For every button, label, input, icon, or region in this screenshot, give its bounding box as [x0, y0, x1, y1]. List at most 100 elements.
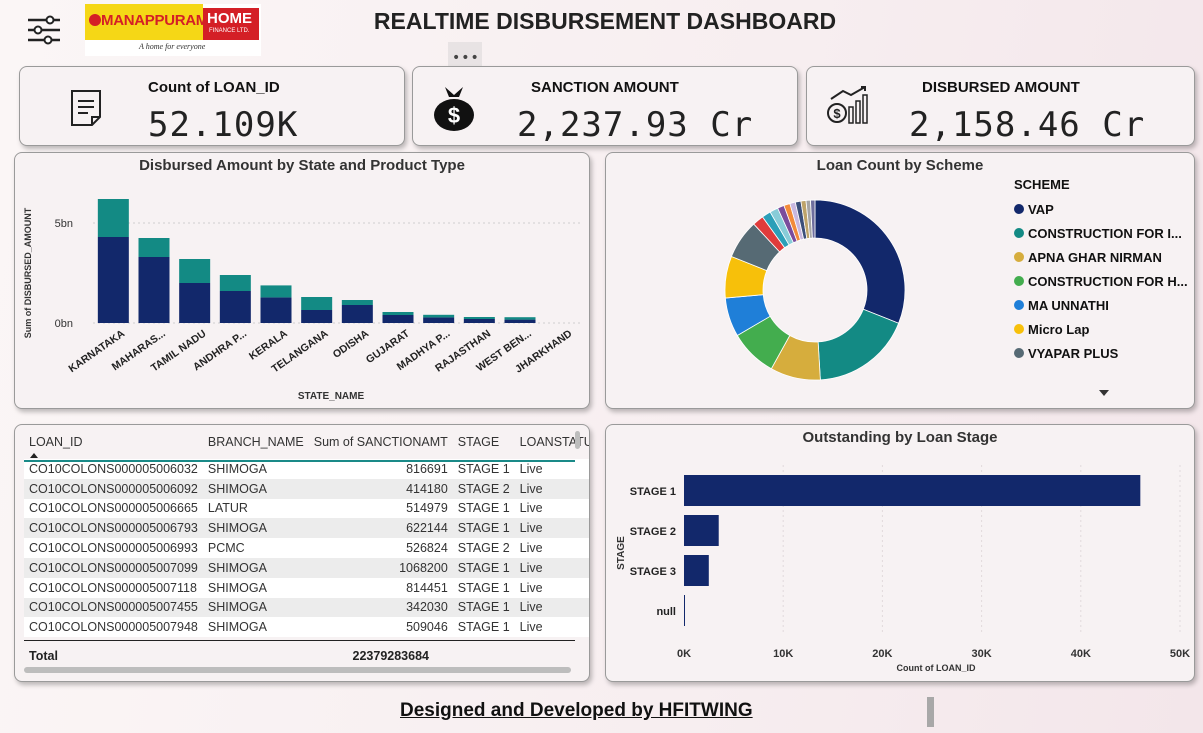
bar-segment[interactable] [341, 300, 373, 305]
bar-segment[interactable] [423, 317, 455, 323]
more-options-label: ••• [452, 50, 480, 66]
dollar-growth-icon: $ [827, 86, 868, 124]
bar[interactable] [684, 595, 685, 626]
logo-tagline: A home for everyone [139, 42, 206, 51]
column-header-sanction[interactable]: Sum of SANCTIONAMT [309, 425, 453, 459]
loan-table-card: LOAN_ID BRANCH_NAME Sum of SANCTIONAMT S… [14, 424, 590, 682]
table-cell: 414180 [308, 478, 453, 499]
legend-item[interactable]: CONSTRUCTION FOR I... [1014, 221, 1188, 245]
x-tick-label: 50K [1170, 648, 1190, 660]
table-cell: SHIMOGA [202, 617, 309, 638]
legend-label: CONSTRUCTION FOR H... [1028, 273, 1188, 289]
kpi-label: DISBURSED AMOUNT [922, 79, 1080, 96]
table-cell: SHIMOGA [202, 597, 309, 618]
donut-slice[interactable] [814, 199, 906, 324]
table-row[interactable]: CO10COLONS000005007118 SHIMOGA 814451 STAGE… [24, 577, 589, 598]
scroll-handle[interactable] [927, 697, 934, 727]
legend-label: CONSTRUCTION FOR I... [1028, 225, 1182, 241]
legend-item[interactable]: VYAPAR PLUS [1014, 341, 1188, 365]
total-divider [24, 640, 575, 641]
bar-segment[interactable] [382, 315, 414, 323]
y-tick-label: 0bn [55, 318, 73, 330]
total-label: Total [29, 649, 58, 663]
legend-item[interactable]: APNA GHAR NIRMAN [1014, 245, 1188, 269]
legend-item[interactable]: VAP [1014, 197, 1188, 221]
loan-table: LOAN_ID BRANCH_NAME Sum of SANCTIONAMT S… [24, 425, 589, 638]
stage-bar-chart[interactable]: STAGE Count of LOAN_ID 0K 10K 20K 30K 40K 50K… [606, 425, 1196, 683]
table-cell: STAGE 1 [452, 498, 515, 519]
bar-segment[interactable] [179, 283, 211, 323]
y-axis-label: STAGE [616, 536, 627, 570]
bar-segment[interactable] [504, 319, 536, 323]
table-cell: 814451 [308, 577, 453, 598]
bar-segment[interactable] [219, 275, 251, 291]
bar[interactable] [684, 515, 719, 546]
bar-segment[interactable] [301, 310, 333, 323]
state-bar-chart[interactable]: Sum of DISBURSED_AMOUNT STATE_NAME 0bn 5b… [15, 153, 591, 410]
x-axis-label: STATE_NAME [298, 391, 365, 402]
table-row[interactable]: CO10COLONS000005007455 SHIMOGA 342030 STAGE… [24, 597, 589, 618]
table-row[interactable]: CO10COLONS000005007948 SHIMOGA 509046 STAGE… [24, 617, 589, 638]
bar-segment[interactable] [504, 317, 536, 320]
bar-segment[interactable] [463, 317, 495, 319]
total-value: 22379283684 [352, 649, 429, 663]
table-cell: Live [514, 557, 589, 578]
kpi-value: 52.109K [148, 105, 299, 145]
donut-slice[interactable] [817, 308, 900, 381]
column-header-stage[interactable]: STAGE [453, 425, 515, 459]
horizontal-scrollbar[interactable] [24, 667, 571, 673]
y-tick-label: 5bn [55, 218, 73, 230]
bar-segment[interactable] [138, 257, 170, 323]
bar-segment[interactable] [341, 305, 373, 323]
bar-segment[interactable] [97, 199, 129, 237]
bar-segment[interactable] [301, 297, 333, 310]
scheme-legend: SCHEME VAP CONSTRUCTION FOR I... APNA GHAR… [1014, 177, 1188, 365]
bar-segment[interactable] [179, 259, 211, 283]
bar-segment[interactable] [260, 297, 292, 323]
x-tick-label: 40K [1071, 648, 1091, 660]
legend-dot [1014, 276, 1024, 286]
logo-sub: FINANCE LTD. [209, 28, 250, 34]
legend-label: APNA GHAR NIRMAN [1028, 249, 1162, 265]
table-cell: STAGE 2 [452, 538, 515, 558]
sort-ascending-icon [30, 453, 38, 458]
legend-dot [1014, 324, 1024, 334]
legend-item[interactable]: Micro Lap [1014, 317, 1188, 341]
table-cell: Live [514, 518, 589, 539]
vertical-scrollbar[interactable] [575, 431, 580, 449]
legend-label: Micro Lap [1028, 321, 1090, 337]
table-cell: PCMC [202, 538, 309, 558]
x-tick-label: 30K [972, 648, 992, 660]
kpi-value: 2,237.93 Cr [517, 105, 754, 145]
x-tick-label: 20K [872, 648, 892, 660]
y-tick-label: STAGE 3 [630, 566, 676, 578]
scheme-donut-chart[interactable] [606, 153, 1006, 410]
legend-label: MA UNNATHI [1028, 297, 1109, 313]
logo-brand: MANAPPURAM [101, 12, 208, 29]
bar-segment[interactable] [138, 238, 170, 257]
filter-menu-icon[interactable] [26, 14, 62, 46]
table-row[interactable]: CO10COLONS000005006793 SHIMOGA 622144 STAGE… [24, 518, 589, 539]
table-row[interactable]: CO10COLONS000005006092 SHIMOGA 414180 STAGE… [24, 478, 589, 499]
bar-segment[interactable] [97, 237, 129, 323]
table-cell: SHIMOGA [202, 557, 309, 578]
legend-scroll-down-icon[interactable] [1098, 389, 1110, 397]
bar-segment[interactable] [260, 285, 292, 298]
kpi-card-disbursed: $ DISBURSED AMOUNT 2,158.46 Cr [806, 66, 1195, 146]
bar[interactable] [684, 475, 1141, 506]
table-row[interactable]: CO10COLONS000005006993 PCMC 526824 STAGE 2L… [24, 538, 589, 558]
legend-item[interactable]: CONSTRUCTION FOR H... [1014, 269, 1188, 293]
column-header-loan-id[interactable]: LOAN_ID [24, 425, 203, 459]
bar-segment[interactable] [382, 312, 414, 315]
table-cell: CO10COLONS000005007455 [24, 597, 203, 618]
kpi-label: Count of LOAN_ID [148, 79, 280, 96]
table-cell: Live [514, 538, 589, 558]
bar[interactable] [684, 555, 709, 586]
column-header-branch[interactable]: BRANCH_NAME [203, 425, 309, 459]
table-row[interactable]: CO10COLONS000005007099 SHIMOGA 1068200 STAG… [24, 557, 589, 578]
bar-segment[interactable] [423, 314, 455, 318]
legend-item[interactable]: MA UNNATHI [1014, 293, 1188, 317]
bar-segment[interactable] [463, 319, 495, 323]
bar-segment[interactable] [219, 291, 251, 323]
table-row[interactable]: CO10COLONS000005006665 LATUR 514979 STAGE 1… [24, 498, 589, 519]
